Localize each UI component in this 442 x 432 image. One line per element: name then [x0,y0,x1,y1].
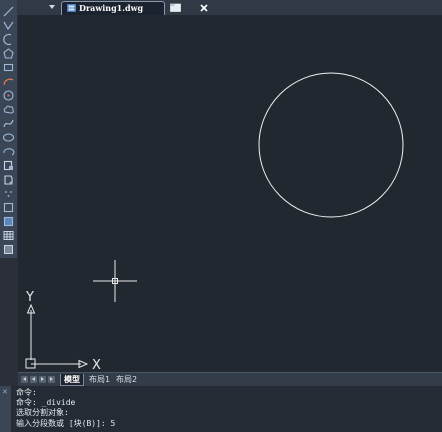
crosshair-cursor [93,260,137,302]
layout-tab-bar: 模型 布局1 布局2 [18,372,442,386]
tab-list-dropdown-icon[interactable] [49,5,55,9]
hatch-icon[interactable] [2,201,15,214]
gradient-icon[interactable] [2,215,15,228]
tab-layout2[interactable]: 布局2 [113,374,140,385]
circle-icon[interactable] [2,89,15,102]
command-history-line: 选取分割对象: [16,408,69,417]
line-icon[interactable] [2,5,15,18]
ellipse-arc-icon[interactable] [2,145,15,158]
drawn-circle[interactable] [258,72,404,218]
document-tab-bar: Drawing1.dwg [17,0,442,15]
arc-icon[interactable] [2,33,15,46]
last-layout-icon[interactable] [48,376,55,383]
insert-block-icon[interactable] [2,159,15,172]
command-window-handle[interactable]: ✕ [0,386,11,432]
spline-icon[interactable] [2,117,15,130]
cloud-icon[interactable] [2,103,15,116]
tab-layout1[interactable]: 布局1 [86,374,113,385]
region-icon[interactable] [2,243,15,256]
command-history-line: 命令: [16,388,37,397]
tab-model[interactable]: 模型 [60,374,84,386]
first-layout-icon[interactable] [21,376,28,383]
polyline-icon[interactable] [2,19,15,32]
command-window: ✕ 命令: 命令: _divide 选取分割对象: 输入分段数或 [块(B)]:… [0,386,442,432]
close-command-window-icon[interactable]: ✕ [2,388,8,396]
arc2-icon[interactable] [2,75,15,88]
previous-layout-icon[interactable] [30,376,37,383]
next-layout-icon[interactable] [39,376,46,383]
command-prompt-line[interactable]: 输入分段数或 [块(B)]: 5 [16,419,115,429]
ellipse-icon[interactable] [2,131,15,144]
make-block-icon[interactable] [2,173,15,186]
table-icon[interactable] [2,229,15,242]
polygon-icon[interactable] [2,47,15,60]
point-icon[interactable] [2,187,15,200]
ucs-y-label: Y [25,290,34,305]
ucs-x-label: X [92,358,101,372]
new-drawing-tab-icon[interactable] [170,3,181,12]
document-tab[interactable]: Drawing1.dwg [61,1,208,15]
draw-toolbar [0,0,18,258]
drawing-file-icon [67,4,76,12]
close-icon[interactable] [199,3,209,13]
drawing-canvas[interactable]: Y X [18,15,442,372]
command-history-line: 命令: _divide [16,398,76,407]
rectangle-icon[interactable] [2,61,15,74]
document-tab-name: Drawing1.dwg [79,3,144,13]
ucs-icon: Y X [25,290,101,372]
